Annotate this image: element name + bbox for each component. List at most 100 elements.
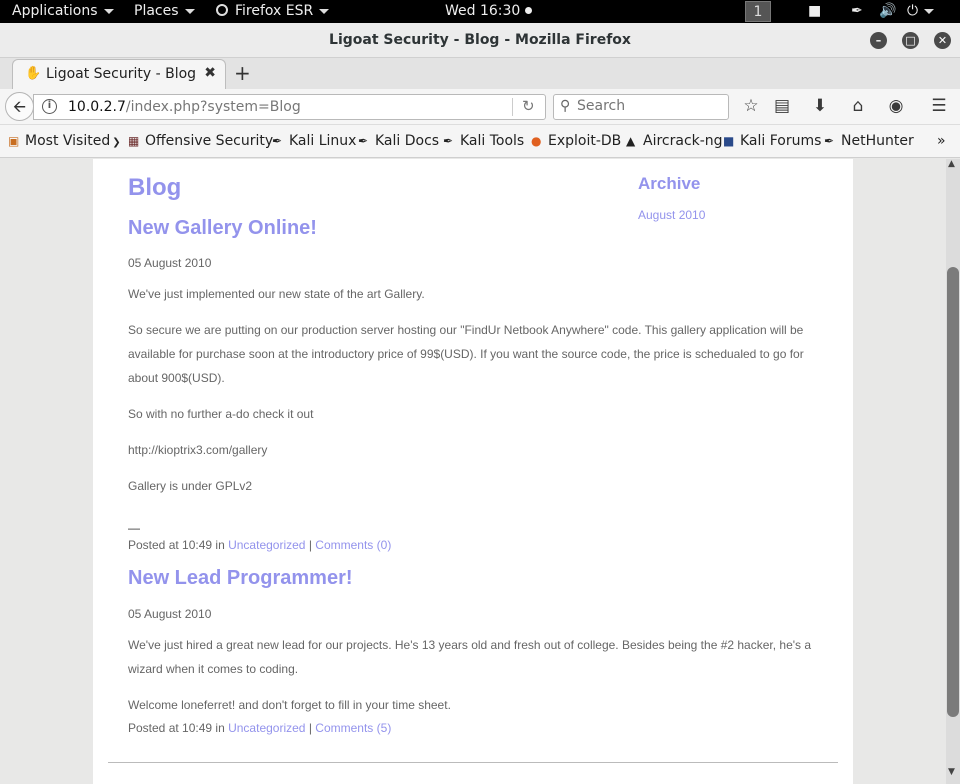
exploit-db-icon: ●: [531, 134, 542, 148]
volume-icon[interactable]: 🔊: [879, 0, 896, 23]
chevron-down-icon: [103, 8, 114, 14]
posted-at-text: Posted at 10:49 in: [128, 721, 225, 735]
search-bar[interactable]: ⚲: [553, 94, 729, 120]
maximize-button[interactable]: □: [902, 32, 919, 49]
scrollbar-thumb[interactable]: [947, 267, 959, 717]
kali-icon: ✒: [358, 134, 369, 148]
tab-ligoat-blog[interactable]: ✋ Ligoat Security - Blog ✖: [12, 59, 226, 89]
post-meta: Posted at 10:49 in Uncategorized | Comme…: [128, 716, 823, 740]
bookmark-label: Offensive Security: [145, 133, 274, 149]
bookmark-label: Kali Tools: [460, 133, 525, 149]
chevron-down-icon: ❯: [112, 137, 121, 148]
blog-heading: Blog: [128, 174, 182, 201]
reload-icon[interactable]: ↻: [522, 97, 535, 115]
archive-link-august-2010[interactable]: August 2010: [638, 208, 705, 222]
category-link[interactable]: Uncategorized: [228, 538, 305, 552]
power-icon[interactable]: ⏻: [907, 0, 935, 23]
offsec-icon: ▦: [128, 134, 140, 148]
bookmark-most-visited[interactable]: ▣ Most Visited ❯: [8, 133, 121, 149]
close-tab-icon[interactable]: ✖: [204, 65, 216, 81]
firefox-icon: [216, 4, 228, 16]
clock-label: Wed 16:30: [445, 3, 521, 19]
bookmark-label: NetHunter: [841, 133, 914, 149]
search-icon: ⚲: [560, 98, 571, 114]
places-menu[interactable]: Places: [134, 0, 195, 23]
clock[interactable]: Wed 16:30: [445, 0, 532, 23]
info-icon[interactable]: i: [42, 99, 57, 114]
bookmark-label: Aircrack-ng: [643, 133, 723, 149]
places-label: Places: [134, 3, 179, 19]
bookmark-kali-docs[interactable]: ✒ Kali Docs: [358, 133, 439, 149]
comments-link[interactable]: Comments (5): [315, 721, 391, 735]
url-text[interactable]: 10.0.2.7/index.php?system=Blog: [68, 99, 301, 115]
workspace-indicator[interactable]: 1: [745, 1, 771, 22]
applications-label: Applications: [12, 3, 98, 19]
meta-separator: |: [308, 538, 312, 552]
comments-link[interactable]: Comments (0): [315, 538, 391, 552]
scroll-up-icon[interactable]: ▲: [948, 159, 955, 169]
firefox-esr-label: Firefox ESR: [235, 3, 314, 19]
download-icon[interactable]: ⬇: [809, 96, 831, 116]
bookmark-kali-linux[interactable]: ✒ Kali Linux: [272, 133, 356, 149]
tab-strip: ✋ Ligoat Security - Blog ✖ +: [0, 58, 960, 89]
gnome-top-bar: Applications Places Firefox ESR Wed 16:3…: [0, 0, 960, 23]
kali-icon: ✒: [824, 134, 835, 148]
post-title-link[interactable]: New Gallery Online!: [128, 217, 317, 240]
post-date: 05 August 2010: [128, 607, 212, 621]
bookmark-exploit-db[interactable]: ● Exploit-DB: [531, 133, 621, 149]
color-picker-icon[interactable]: ✒: [851, 0, 863, 23]
search-input[interactable]: [577, 98, 722, 114]
menu-icon[interactable]: ☰: [928, 96, 950, 116]
url-path: /index.php?system=Blog: [125, 99, 301, 115]
kali-forums-icon: ■: [723, 134, 735, 148]
aircrack-icon: ▲: [626, 134, 636, 148]
bookmark-label: Kali Docs: [375, 133, 440, 149]
post-title-link[interactable]: New Lead Programmer!: [128, 567, 353, 590]
bookmark-offensive-security[interactable]: ▦ Offensive Security: [128, 133, 273, 149]
window-title: Ligoat Security - Blog - Mozilla Firefox: [329, 32, 631, 48]
close-button[interactable]: ✕: [934, 32, 951, 49]
pocket-icon[interactable]: ◉: [885, 96, 907, 116]
post-paragraph: http://kioptrix3.com/gallery: [128, 443, 268, 457]
url-separator: [512, 98, 513, 116]
url-host: 10.0.2.7: [68, 99, 126, 115]
bookmark-aircrack-ng[interactable]: ▲ Aircrack-ng: [626, 133, 723, 149]
kali-icon: ✒: [443, 134, 454, 148]
bookmark-kali-tools[interactable]: ✒ Kali Tools: [443, 133, 524, 149]
bookmark-label: Most Visited: [25, 133, 111, 149]
url-bar[interactable]: i 10.0.2.7/index.php?system=Blog ↻: [33, 94, 546, 120]
kali-icon: ✒: [272, 134, 283, 148]
archive-heading: Archive: [638, 174, 701, 193]
post-date: 05 August 2010: [128, 256, 212, 270]
reading-list-icon[interactable]: ▤: [771, 96, 793, 116]
new-tab-button[interactable]: +: [234, 61, 251, 85]
back-button[interactable]: 🡨: [5, 92, 34, 121]
bookmark-star-icon[interactable]: ☆: [740, 96, 762, 116]
bookmark-nethunter[interactable]: ✒ NetHunter: [824, 133, 914, 149]
blog-page: Blog Archive August 2010 New Gallery Onl…: [93, 159, 853, 784]
notification-dot-icon: [524, 7, 532, 14]
post-paragraph: So secure we are putting on our producti…: [128, 323, 804, 385]
web-content: Blog Archive August 2010 New Gallery Onl…: [0, 159, 946, 784]
tab-title: Ligoat Security - Blog: [46, 66, 197, 82]
post-paragraph: Gallery is under GPLv2: [128, 479, 253, 493]
footer-divider: [108, 762, 838, 763]
post-meta: Posted at 10:49 in Uncategorized | Comme…: [128, 533, 823, 557]
bookmark-kali-forums[interactable]: ■ Kali Forums: [723, 133, 821, 149]
post-paragraph: So with no further a-do check it out: [128, 407, 314, 421]
vertical-scrollbar[interactable]: ▲ ▼: [946, 159, 960, 784]
bookmark-label: Exploit-DB: [548, 133, 622, 149]
overflow-chevron-icon[interactable]: »: [937, 133, 946, 149]
meta-separator: |: [308, 721, 312, 735]
scroll-down-icon[interactable]: ▼: [948, 767, 955, 777]
minimize-button[interactable]: –: [870, 32, 887, 49]
video-camera-icon[interactable]: ■: [808, 0, 821, 23]
firefox-app-menu[interactable]: Firefox ESR: [216, 0, 330, 23]
category-link[interactable]: Uncategorized: [228, 721, 305, 735]
post-paragraph: Welcome loneferret! and don't forget to …: [128, 698, 451, 712]
applications-menu[interactable]: Applications: [12, 0, 114, 23]
home-icon[interactable]: ⌂: [847, 96, 869, 116]
most-visited-icon: ▣: [8, 134, 20, 148]
bookmark-label: Kali Linux: [289, 133, 357, 149]
post-paragraph: We've just hired a great new lead for ou…: [128, 638, 812, 676]
